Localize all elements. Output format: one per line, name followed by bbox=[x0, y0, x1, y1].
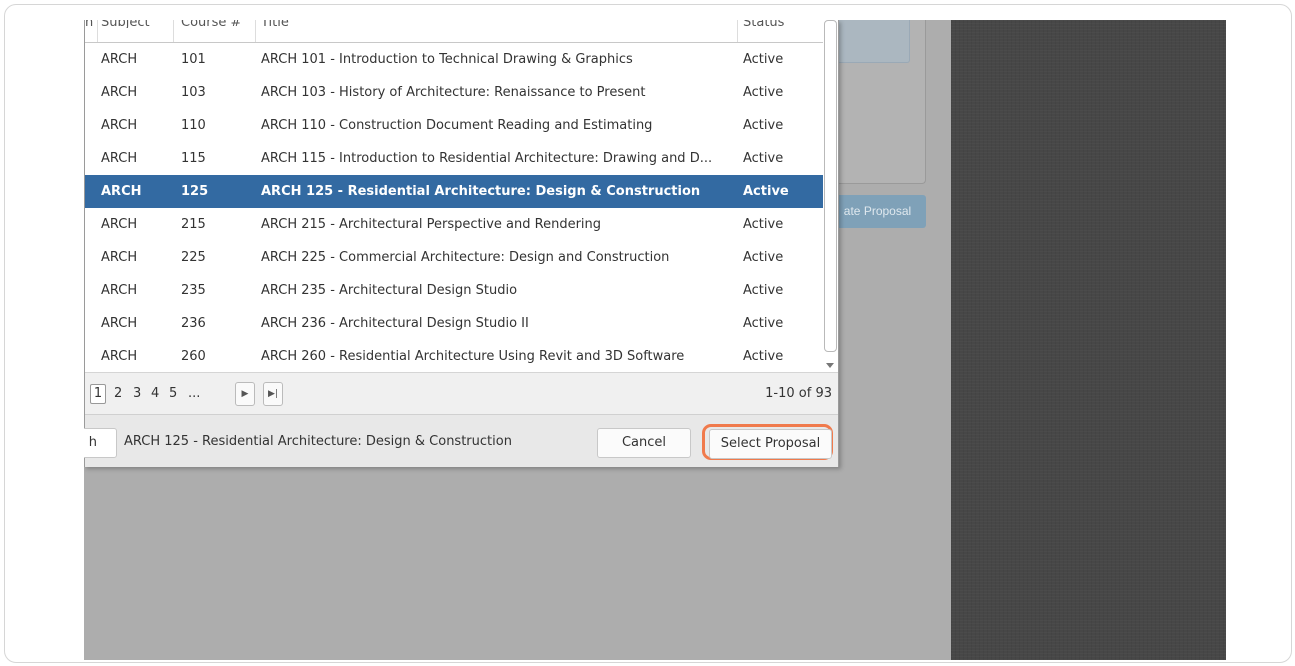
course-number-cell: 110 bbox=[181, 118, 206, 133]
page-4-button[interactable]: 4 bbox=[151, 385, 159, 403]
status-cell: Active bbox=[743, 184, 789, 199]
more-pages-button[interactable]: ... bbox=[188, 385, 200, 403]
proposal-grid: n Subject Course # Title Status ARCH 101 A… bbox=[85, 20, 838, 372]
table-row[interactable]: ARCH 110 ARCH 110 - Construction Document … bbox=[85, 109, 823, 142]
subject-cell: ARCH bbox=[101, 118, 138, 133]
title-cell: ARCH 110 - Construction Document Reading… bbox=[261, 118, 653, 133]
proposal-picker-dialog: n Subject Course # Title Status ARCH 101 A… bbox=[84, 20, 839, 467]
page-2-button[interactable]: 2 bbox=[114, 385, 122, 403]
course-number-cell: 125 bbox=[181, 184, 209, 199]
course-number-cell: 103 bbox=[181, 85, 206, 100]
title-cell: ARCH 225 - Commercial Architecture: Desi… bbox=[261, 250, 670, 265]
scroll-down-icon[interactable] bbox=[826, 363, 834, 368]
title-cell: ARCH 101 - Introduction to Technical Dra… bbox=[261, 52, 633, 67]
page-5-button[interactable]: 5 bbox=[169, 385, 177, 403]
column-divider bbox=[737, 20, 738, 42]
grid-pager: 1 2 3 4 5 ... ▶ ▶| 1-10 of 93 bbox=[85, 372, 838, 415]
title-cell: ARCH 215 - Architectural Perspective and… bbox=[261, 217, 602, 232]
table-row[interactable]: ARCH 236 ARCH 236 - Architectural Design S… bbox=[85, 307, 823, 340]
subject-cell: ARCH bbox=[101, 283, 138, 298]
pager-info: 1-10 of 93 bbox=[765, 386, 832, 401]
status-cell: Active bbox=[743, 250, 784, 265]
course-number-cell: 115 bbox=[181, 151, 206, 166]
background-create-proposal-button: ate Proposal bbox=[829, 195, 926, 228]
title-cell: ARCH 103 - History of Architecture: Rena… bbox=[261, 85, 646, 100]
course-number-cell: 260 bbox=[181, 349, 206, 364]
subject-cell: ARCH bbox=[101, 349, 138, 364]
title-cell: ARCH 236 - Architectural Design Studio I… bbox=[261, 316, 529, 331]
vertical-scrollbar[interactable] bbox=[823, 20, 837, 372]
column-header-subject[interactable]: Subject bbox=[101, 20, 171, 28]
table-row[interactable]: ARCH 101 ARCH 101 - Introduction to Techni… bbox=[85, 43, 823, 76]
table-row[interactable]: ARCH 115 ARCH 115 - Introduction to Reside… bbox=[85, 142, 823, 175]
app-viewport: ate Proposal n Subject Course # Title St… bbox=[84, 20, 1226, 660]
scrollbar-thumb[interactable] bbox=[824, 20, 837, 352]
page-3-button[interactable]: 3 bbox=[133, 385, 141, 403]
subject-cell: ARCH bbox=[101, 316, 138, 331]
title-cell: ARCH 260 - Residential Architecture Usin… bbox=[261, 349, 685, 364]
background-field bbox=[834, 20, 910, 63]
table-row[interactable]: ARCH 125 ARCH 125 - Residential Architectu… bbox=[85, 175, 823, 208]
table-row[interactable]: ARCH 103 ARCH 103 - History of Architectur… bbox=[85, 76, 823, 109]
page-1-button[interactable]: 1 bbox=[90, 384, 106, 404]
select-proposal-button[interactable]: Select Proposal bbox=[709, 429, 832, 459]
column-divider bbox=[97, 20, 98, 42]
course-number-cell: 225 bbox=[181, 250, 206, 265]
grid-header-row: n Subject Course # Title Status bbox=[85, 20, 823, 43]
subject-cell: ARCH bbox=[101, 250, 138, 265]
column-header-status[interactable]: Status bbox=[743, 20, 813, 28]
search-button[interactable]: h bbox=[84, 428, 117, 458]
table-row[interactable]: ARCH 260 ARCH 260 - Residential Architectu… bbox=[85, 340, 823, 372]
course-number-cell: 235 bbox=[181, 283, 206, 298]
column-divider bbox=[173, 20, 174, 42]
dark-side-panel bbox=[951, 20, 1226, 660]
search-button-label: h bbox=[88, 435, 97, 450]
status-cell: Active bbox=[743, 85, 784, 100]
title-cell: ARCH 125 - Residential Architecture: Des… bbox=[261, 184, 701, 199]
column-header-title[interactable]: Title bbox=[261, 20, 735, 28]
status-cell: Active bbox=[743, 283, 784, 298]
title-cell: ARCH 235 - Architectural Design Studio bbox=[261, 283, 518, 298]
subject-cell: ARCH bbox=[101, 52, 138, 67]
subject-cell: ARCH bbox=[101, 217, 138, 232]
cancel-button[interactable]: Cancel bbox=[597, 428, 691, 458]
title-cell: ARCH 115 - Introduction to Residential A… bbox=[261, 151, 713, 166]
column-divider bbox=[255, 20, 256, 42]
table-row[interactable]: ARCH 235 ARCH 235 - Architectural Design S… bbox=[85, 274, 823, 307]
status-cell: Active bbox=[743, 316, 784, 331]
course-number-cell: 101 bbox=[181, 52, 206, 67]
status-cell: Active bbox=[743, 217, 784, 232]
status-cell: Active bbox=[743, 349, 784, 364]
subject-cell: ARCH bbox=[101, 184, 142, 199]
column-header-course[interactable]: Course # bbox=[181, 20, 257, 28]
course-number-cell: 215 bbox=[181, 217, 206, 232]
next-page-icon[interactable]: ▶ bbox=[235, 382, 255, 406]
dialog-footer: h ARCH 125 - Residential Architecture: D… bbox=[84, 414, 838, 467]
screenshot-frame: ate Proposal n Subject Course # Title St… bbox=[4, 4, 1292, 663]
status-cell: Active bbox=[743, 118, 784, 133]
course-number-cell: 236 bbox=[181, 316, 206, 331]
status-cell: Active bbox=[743, 151, 784, 166]
table-row[interactable]: ARCH 215 ARCH 215 - Architectural Perspect… bbox=[85, 208, 823, 241]
last-page-icon[interactable]: ▶| bbox=[263, 382, 283, 406]
table-row[interactable]: ARCH 225 ARCH 225 - Commercial Architectur… bbox=[85, 241, 823, 274]
status-cell: Active bbox=[743, 52, 784, 67]
selected-proposal-text: ARCH 125 - Residential Architecture: Des… bbox=[124, 434, 512, 449]
subject-cell: ARCH bbox=[101, 85, 138, 100]
subject-cell: ARCH bbox=[101, 151, 138, 166]
